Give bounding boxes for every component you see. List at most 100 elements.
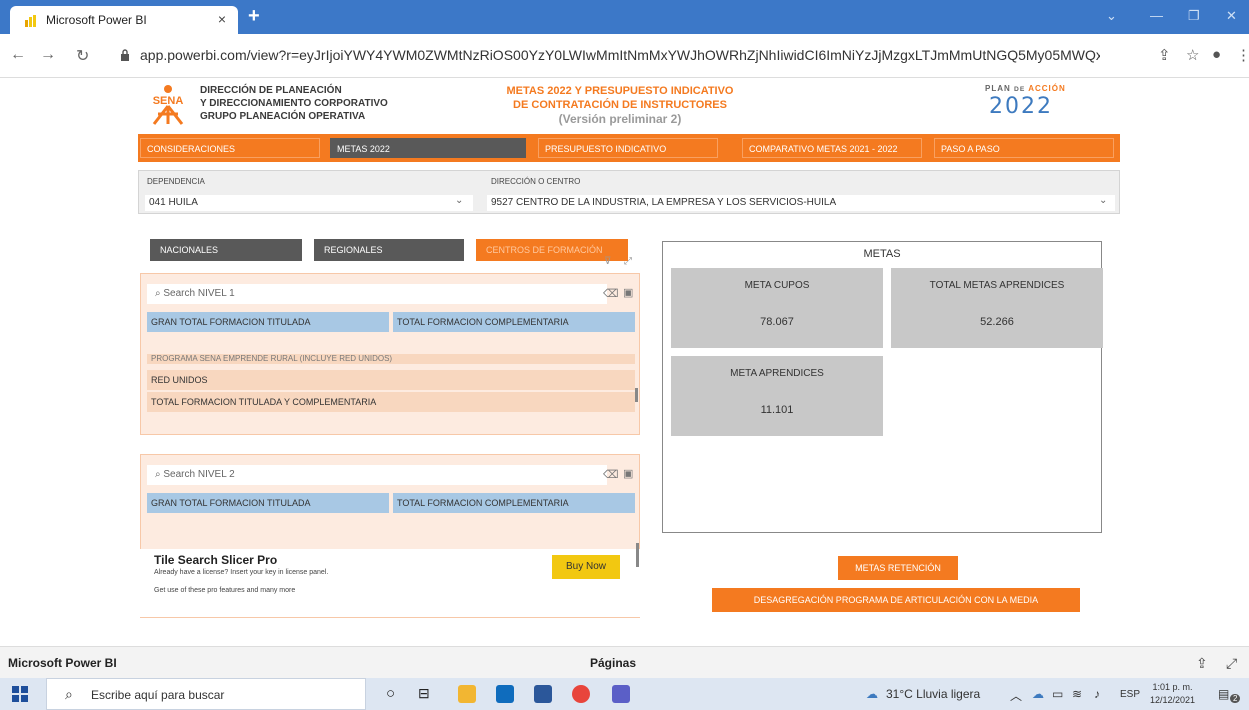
select-all-icon[interactable]: ▣ <box>623 286 633 299</box>
metas-panel: METAS META CUPOS 78.067 TOTAL METAS APRE… <box>662 241 1103 533</box>
weather-text[interactable]: 31°C Lluvia ligera <box>886 687 980 701</box>
eraser-icon[interactable]: ⌫ <box>603 468 619 481</box>
weather-icon[interactable]: ☁ <box>866 687 878 701</box>
card-label: META APRENDICES <box>730 368 824 379</box>
search-icon: ⌕ <box>155 288 161 299</box>
slicer2-col-titulada[interactable]: GRAN TOTAL FORMACION TITULADA <box>147 493 389 513</box>
eraser-icon[interactable]: ⌫ <box>603 287 619 300</box>
page-nav: CONSIDERACIONES METAS 2022 PRESUPUESTO I… <box>138 134 1120 162</box>
metas-title: METAS <box>863 248 901 260</box>
powerbi-icon <box>25 15 36 27</box>
file-explorer-icon[interactable] <box>458 685 476 703</box>
desagregacion-button[interactable]: DESAGREGACIÓN PROGRAMA DE ARTICULACIÓN C… <box>712 588 1080 612</box>
share-icon[interactable]: ⇪ <box>1196 655 1208 672</box>
word-icon[interactable] <box>534 685 552 703</box>
metas-retencion-button[interactable]: METAS RETENCIÓN <box>838 556 958 580</box>
card-value: 52.266 <box>980 316 1014 328</box>
centro-dropdown[interactable]: 9527 CENTRO DE LA INDUSTRIA, LA EMPRESA … <box>487 195 1115 211</box>
card-label: META CUPOS <box>744 280 810 291</box>
browser-tab[interactable]: Microsoft Power BI × <box>10 6 238 34</box>
battery-icon[interactable]: ▭ <box>1052 687 1063 701</box>
slicer1-col-complementaria[interactable]: TOTAL FORMACION COMPLEMENTARIA <box>393 312 635 332</box>
svg-text:SENA: SENA <box>153 95 184 107</box>
profile-icon[interactable]: ● <box>1212 46 1221 63</box>
focus-mode-icon[interactable]: ⤢ <box>624 256 632 267</box>
search-placeholder: Search NIVEL 2 <box>163 469 235 480</box>
dependencia-dropdown[interactable]: 041 HUILA <box>145 195 473 211</box>
back-icon[interactable]: ← <box>10 46 26 64</box>
search-icon: ⌕ <box>65 686 73 702</box>
chevron-down-icon[interactable]: ⌄ <box>1099 195 1107 206</box>
pages-navigator[interactable]: Páginas <box>590 656 636 670</box>
task-view-icon[interactable]: ⊟ <box>418 685 430 702</box>
language-indicator[interactable]: ESP <box>1120 689 1140 700</box>
star-icon[interactable]: ☆ <box>1186 46 1199 64</box>
list-item[interactable]: RED UNIDOS <box>147 370 635 390</box>
cortana-icon[interactable]: ○ <box>386 685 395 702</box>
restore-icon[interactable]: ❐ <box>1188 8 1200 24</box>
network-icon[interactable]: ≋ <box>1072 687 1082 701</box>
report-area: SENA DIRECCIÓN DE PLANEACIÓN Y DIRECCION… <box>0 78 1249 646</box>
url-input[interactable]: app.powerbi.com/view?r=eyJrIjoiYWY4YWM0Z… <box>140 47 1100 63</box>
teams-icon[interactable] <box>612 685 630 703</box>
onedrive-icon[interactable]: ☁ <box>1032 687 1044 701</box>
slicer1-col-titulada[interactable]: GRAN TOTAL FORMACION TITULADA <box>147 312 389 332</box>
slicer2-col-complementaria[interactable]: TOTAL FORMACION COMPLEMENTARIA <box>393 493 635 513</box>
tray-chevron-icon[interactable]: ︿ <box>1010 687 1022 704</box>
promo-license-text: Already have a license? Insert your key … <box>154 569 329 576</box>
browser-tab-bar: Microsoft Power BI × + ⌄ — ❐ ✕ <box>0 0 1249 34</box>
new-tab-button[interactable]: + <box>248 5 260 28</box>
nav-comparativo[interactable]: COMPARATIVO METAS 2021 - 2022 <box>742 138 922 158</box>
nav-paso-a-paso[interactable]: PASO A PASO <box>934 138 1114 158</box>
scrollbar[interactable] <box>636 543 639 567</box>
notification-count: 2 <box>1230 694 1241 703</box>
taskbar-search-text: Escribe aquí para buscar <box>91 688 225 702</box>
org-name: DIRECCIÓN DE PLANEACIÓN Y DIRECCIONAMIEN… <box>200 85 388 122</box>
select-all-icon[interactable]: ▣ <box>623 467 633 480</box>
notification-icon[interactable]: ▤ <box>1218 687 1229 701</box>
fullscreen-icon[interactable]: ⤢ <box>1226 655 1237 672</box>
list-item[interactable]: TOTAL FORMACION TITULADA Y COMPLEMENTARI… <box>147 392 635 412</box>
menu-icon[interactable]: ⋮ <box>1236 46 1249 64</box>
toggle-nacionales[interactable]: NACIONALES <box>150 239 302 261</box>
card-value: 11.101 <box>760 404 794 416</box>
taskbar-search[interactable]: ⌕ Escribe aquí para buscar <box>46 678 366 710</box>
share-icon[interactable]: ⇪ <box>1158 46 1171 64</box>
tab-search-icon[interactable]: ⌄ <box>1106 8 1117 24</box>
page-title: METAS 2022 Y PRESUPUESTO INDICATIVO DE C… <box>506 85 734 126</box>
dependencia-label: DEPENDENCIA <box>147 177 205 186</box>
search-nivel-2[interactable]: ⌕ Search NIVEL 2 <box>147 465 607 485</box>
nav-presupuesto[interactable]: PRESUPUESTO INDICATIVO <box>538 138 718 158</box>
close-icon[interactable]: × <box>218 11 226 27</box>
outlook-icon[interactable] <box>496 685 514 703</box>
window-close-icon[interactable]: ✕ <box>1226 8 1237 24</box>
search-nivel-1[interactable]: ⌕ Search NIVEL 1 <box>147 284 607 304</box>
forward-icon[interactable]: → <box>40 46 56 64</box>
toggle-regionales[interactable]: REGIONALES <box>314 239 464 261</box>
filter-icon[interactable]: ⊽ <box>604 256 611 267</box>
report-canvas: SENA DIRECCIÓN DE PLANEACIÓN Y DIRECCION… <box>130 78 1128 646</box>
powerbi-brand[interactable]: Microsoft Power BI <box>8 656 117 670</box>
list-item[interactable]: PROGRAMA SENA EMPRENDE RURAL (INCLUYE RE… <box>147 354 635 364</box>
card-value: 78.067 <box>760 316 794 328</box>
chrome-icon[interactable] <box>572 685 590 703</box>
lock-icon <box>121 49 129 61</box>
promo-title: Tile Search Slicer Pro <box>154 553 278 567</box>
reload-icon[interactable]: ↻ <box>76 46 89 66</box>
search-placeholder: Search NIVEL 1 <box>163 288 235 299</box>
nav-metas-2022[interactable]: METAS 2022 <box>330 138 526 158</box>
windows-start-icon[interactable] <box>12 686 28 702</box>
address-bar: ← → ↻ app.powerbi.com/view?r=eyJrIjoiYWY… <box>0 34 1249 78</box>
slicer-nivel-1: ⌕ Search NIVEL 1 ⌫ ▣ GRAN TOTAL FORMACIO… <box>140 273 640 435</box>
promo-features-text: Get use of these pro features and many m… <box>154 587 296 594</box>
chevron-down-icon[interactable]: ⌄ <box>455 195 463 206</box>
powerbi-footer: Microsoft Power BI Páginas ⇪ ⤢ <box>0 646 1249 678</box>
nav-consideraciones[interactable]: CONSIDERACIONES <box>140 138 320 158</box>
minimize-icon[interactable]: — <box>1150 8 1163 23</box>
buy-now-button[interactable]: Buy Now <box>552 555 620 579</box>
clock[interactable]: 1:01 p. m. 12/12/2021 <box>1150 681 1195 707</box>
volume-icon[interactable]: ♪ <box>1094 687 1100 701</box>
taskbar: ⌕ Escribe aquí para buscar ○ ⊟ ☁ 31°C Ll… <box>0 678 1249 710</box>
card-label: TOTAL METAS APRENDICES <box>929 280 1065 291</box>
scrollbar[interactable] <box>635 388 638 402</box>
